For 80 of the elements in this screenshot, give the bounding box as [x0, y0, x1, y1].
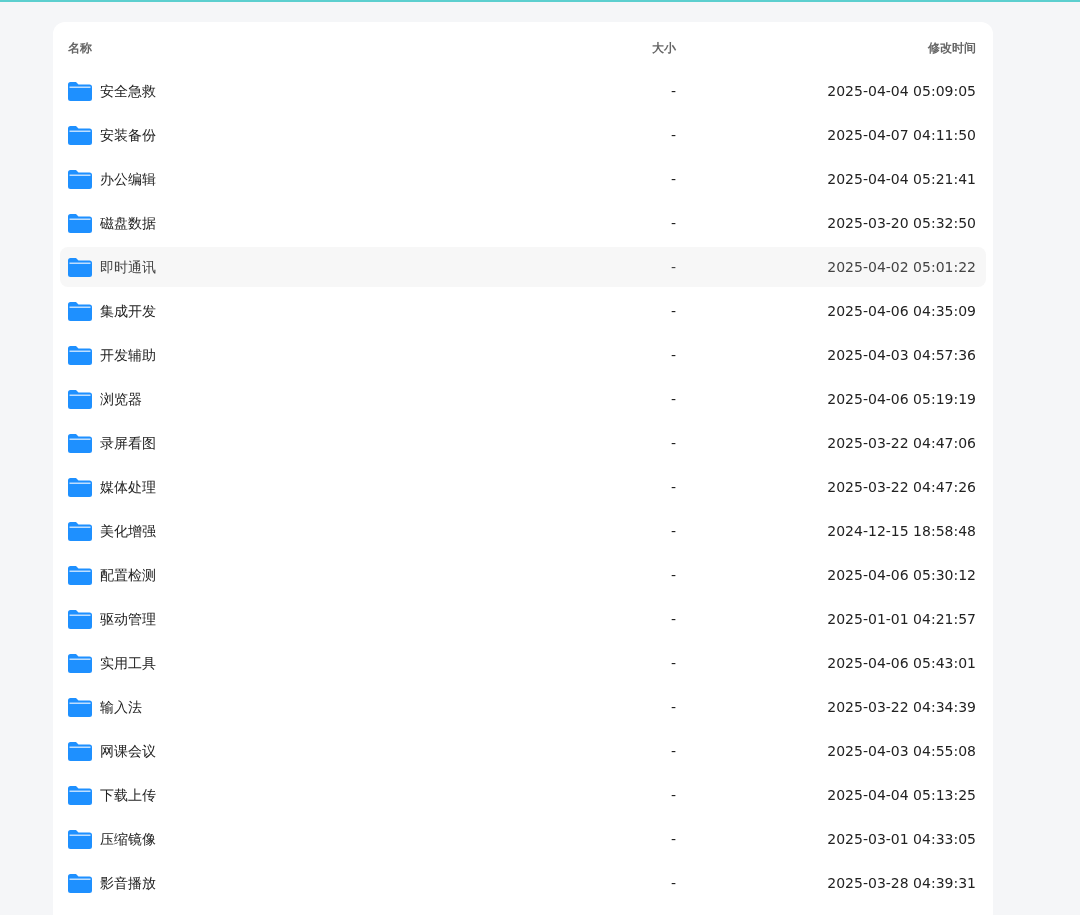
folder-icon [68, 345, 92, 365]
modified-time: 2025-04-04 05:09:05 [826, 81, 976, 101]
folder-icon [68, 609, 92, 629]
modified-time: 2025-03-22 04:47:26 [826, 477, 976, 497]
folder-name: 实用工具 [100, 653, 156, 673]
folder-icon [68, 433, 92, 453]
folder-name: 录屏看图 [100, 433, 156, 453]
folder-name: 浏览器 [100, 389, 142, 409]
size-cell-text: - [669, 829, 676, 849]
modified-time: 2025-04-06 05:19:19 [826, 389, 976, 409]
folder-icon [68, 873, 92, 893]
folder-icon [68, 213, 92, 233]
size-cell-text: - [669, 257, 676, 277]
folder-name: 网课会议 [100, 741, 156, 761]
folder-name: 影音播放 [100, 873, 156, 893]
folder-name: 配置检测 [100, 565, 156, 585]
size-cell-text: - [669, 609, 676, 629]
modified-time: 2024-12-15 18:58:48 [826, 521, 976, 541]
modified-time: 2025-04-06 05:43:01 [826, 653, 976, 673]
column-header[interactable]: 修改时间 [676, 40, 976, 69]
size-cell-text: - [669, 389, 676, 409]
folder-name: 开发辅助 [100, 345, 156, 365]
size-cell-text: - [669, 697, 676, 717]
size-cell-text: - [669, 477, 676, 497]
folder-icon [68, 169, 92, 189]
folder-icon [68, 653, 92, 673]
folder-icon [68, 697, 92, 717]
folder-icon [68, 389, 92, 409]
modified-time: 2025-04-02 05:01:22 [826, 257, 976, 277]
size-cell-text: - [669, 81, 676, 101]
folder-name: 磁盘数据 [100, 213, 156, 233]
modified-time: 2025-03-22 04:34:39 [826, 697, 976, 717]
folder-name: 媒体处理 [100, 477, 156, 497]
column-header[interactable]: 名称 [68, 40, 576, 69]
size-cell-text: - [669, 433, 676, 453]
size-cell-text: - [669, 521, 676, 541]
modified-time: 2025-03-22 04:47:06 [826, 433, 976, 453]
size-cell-text: - [669, 873, 676, 893]
folder-name: 集成开发 [100, 301, 156, 321]
modified-time: 2025-04-06 05:30:12 [826, 565, 976, 585]
modified-time: 2025-04-04 05:13:25 [826, 785, 976, 805]
folder-name: 办公编辑 [100, 169, 156, 189]
modified-time: 2025-01-01 04:21:57 [826, 609, 976, 629]
folder-icon [68, 741, 92, 761]
file-row[interactable]: 即时通讯 - 2025-04-02 05:01:22 [60, 247, 986, 287]
modified-time: 2025-03-01 04:33:05 [826, 829, 976, 849]
folder-name: 压缩镜像 [100, 829, 156, 849]
size-cell-text: - [669, 301, 676, 321]
modified-time: 2025-03-20 05:32:50 [826, 213, 976, 233]
folder-name: 驱动管理 [100, 609, 156, 629]
folder-icon [68, 565, 92, 585]
modified-time: 2025-04-04 05:21:41 [826, 169, 976, 189]
size-cell-text: - [669, 785, 676, 805]
size-cell-text: - [669, 213, 676, 233]
modified-time: 2025-04-06 04:35:09 [826, 301, 976, 321]
size-cell-text: - [669, 345, 676, 365]
folder-name: 安全急救 [100, 81, 156, 101]
folder-name: 美化增强 [100, 521, 156, 541]
folder-name: 输入法 [100, 697, 142, 717]
size-cell-text: - [669, 741, 676, 761]
modified-time: 2025-04-03 04:57:36 [826, 345, 976, 365]
folder-icon [68, 477, 92, 497]
folder-name: 下载上传 [100, 785, 156, 805]
folder-name: 安装备份 [100, 125, 156, 145]
size-cell-text: - [669, 169, 676, 189]
column-header[interactable]: 大小 [576, 40, 676, 69]
folder-icon [68, 829, 92, 849]
folder-icon [68, 301, 92, 321]
modified-time: 2025-04-07 04:11:50 [826, 125, 976, 145]
modified-time: 2025-04-03 04:55:08 [826, 741, 976, 761]
folder-icon [68, 521, 92, 541]
folder-icon [68, 81, 92, 101]
folder-icon [68, 257, 92, 277]
size-cell-text: - [669, 565, 676, 585]
modified-time: 2025-03-28 04:39:31 [826, 873, 976, 893]
size-cell-text: - [669, 653, 676, 673]
folder-name: 即时通讯 [100, 257, 156, 277]
size-cell-text: - [669, 125, 676, 145]
folder-icon [68, 785, 92, 805]
folder-icon [68, 125, 92, 145]
